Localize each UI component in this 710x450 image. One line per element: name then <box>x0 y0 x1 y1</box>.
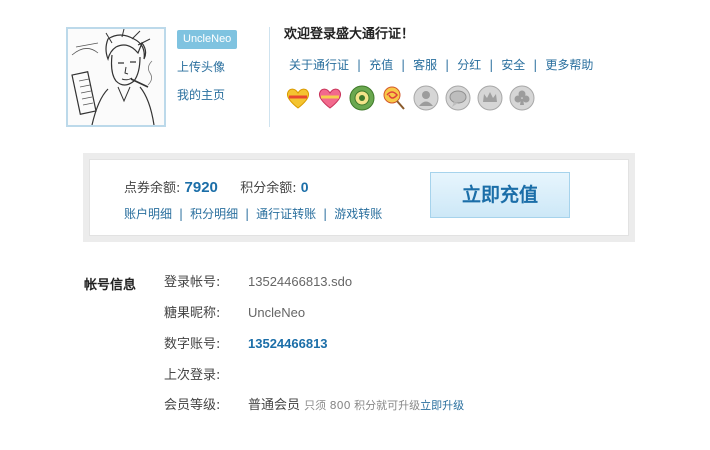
account-detail-link[interactable]: 账户明细 <box>124 207 172 221</box>
gray-speech-badge-icon[interactable] <box>445 85 471 111</box>
nav-separator: | <box>533 58 538 72</box>
gray-club-badge-icon[interactable] <box>509 85 535 111</box>
nav-separator: | <box>489 58 494 72</box>
link-separator: | <box>323 207 328 221</box>
nickname-value: UncleNeo <box>248 305 306 320</box>
nav-about-pass[interactable]: 关于通行证 <box>289 58 349 72</box>
login-account-row: 登录帐号: 13524466813.sdo <box>164 274 352 291</box>
link-separator: | <box>179 207 184 221</box>
points-label: 点券余额: <box>124 181 181 196</box>
nickname-row: 糖果昵称: UncleNeo <box>164 305 305 322</box>
account-info-title: 帐号信息 <box>84 278 137 293</box>
numeric-account-label: 数字账号: <box>164 337 221 352</box>
nav-dividend[interactable]: 分红 <box>457 58 481 72</box>
username-badge: UncleNeo <box>177 30 238 49</box>
badge-row <box>285 85 535 111</box>
welcome-title: 欢迎登录盛大通行证！ <box>284 27 415 42</box>
numeric-account-value: 13524466813 <box>248 336 328 351</box>
upgrade-hint: 只须 800 积分就可升级 <box>304 399 421 412</box>
upload-avatar-link[interactable]: 上传头像 <box>177 60 257 74</box>
link-separator: | <box>245 207 250 221</box>
heart-gold-badge-icon[interactable] <box>285 85 311 111</box>
nickname-label: 糖果昵称: <box>164 306 221 321</box>
balance-links: 账户明细 | 积分明细 | 通行证转账 | 游戏转账 <box>124 207 382 221</box>
balance-panel: 点券余额: 7920 积分余额: 0 账户明细 | 积分明细 | 通行证转账 | 游戏转账 … <box>83 153 635 242</box>
user-panel: UncleNeo 上传头像 我的主页 <box>177 27 257 102</box>
lollipop-badge-icon[interactable] <box>381 85 407 111</box>
recharge-now-button[interactable]: 立即充值 <box>430 172 570 218</box>
nav-separator: | <box>401 58 406 72</box>
pass-transfer-link[interactable]: 通行证转账 <box>256 207 316 221</box>
member-level-value: 普通会员 <box>248 398 301 413</box>
balance-inner: 点券余额: 7920 积分余额: 0 账户明细 | 积分明细 | 通行证转账 | 游戏转账 … <box>89 159 629 236</box>
balance-line: 点券余额: 7920 积分余额: 0 <box>124 178 309 198</box>
vertical-divider <box>269 27 270 127</box>
account-page: UncleNeo 上传头像 我的主页 欢迎登录盛大通行证！ 关于通行证 | 充值 | 客… <box>0 0 710 450</box>
gray-crown-badge-icon[interactable] <box>477 85 503 111</box>
nav-separator: | <box>357 58 362 72</box>
score-label: 积分余额: <box>240 181 297 196</box>
last-login-row: 上次登录: <box>164 367 248 384</box>
score-detail-link[interactable]: 积分明细 <box>190 207 238 221</box>
score-value: 0 <box>300 179 309 195</box>
avatar-sketch-icon <box>68 29 164 125</box>
login-account-value: 13524466813.sdo <box>248 274 353 289</box>
heart-pink-badge-icon[interactable] <box>317 85 343 111</box>
game-transfer-link[interactable]: 游戏转账 <box>334 207 382 221</box>
last-login-label: 上次登录: <box>164 368 221 383</box>
nav-security[interactable]: 安全 <box>501 58 525 72</box>
points-value: 7920 <box>184 179 218 196</box>
green-gear-badge-icon[interactable] <box>349 85 375 111</box>
nav-separator: | <box>445 58 450 72</box>
avatar[interactable] <box>66 27 166 127</box>
top-nav: 关于通行证 | 充值 | 客服 | 分红 | 安全 | 更多帮助 <box>289 58 593 72</box>
my-home-link[interactable]: 我的主页 <box>177 88 257 102</box>
login-account-label: 登录帐号: <box>164 275 221 290</box>
nav-recharge[interactable]: 充值 <box>369 58 393 72</box>
nav-more-help[interactable]: 更多帮助 <box>545 58 593 72</box>
gray-person-badge-icon[interactable] <box>413 85 439 111</box>
member-level-label: 会员等级: <box>164 398 221 413</box>
member-level-row: 会员等级: 普通会员 只须 800 积分就可升级立即升级 <box>164 398 464 414</box>
upgrade-now-link[interactable]: 立即升级 <box>420 399 464 412</box>
nav-customer-service[interactable]: 客服 <box>413 58 437 72</box>
numeric-account-row: 数字账号: 13524466813 <box>164 336 328 353</box>
